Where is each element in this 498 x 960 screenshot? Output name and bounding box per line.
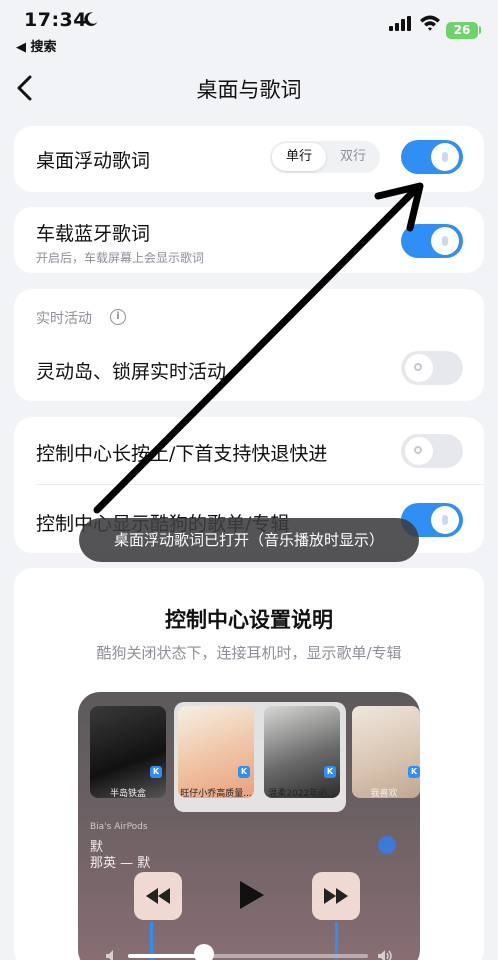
control-center-explanation-card: 控制中心设置说明 酷狗关闭状态下，连接耳机时，显示歌单/专辑 K 半岛铁盒 K … bbox=[14, 568, 484, 960]
album-title-2: 旺仔小乔高质量... bbox=[180, 789, 252, 799]
album-cover-2 bbox=[178, 706, 254, 798]
volume-low-icon bbox=[106, 950, 113, 960]
explanation-subtitle: 酷狗关闭状态下，连接耳机时，显示歌单/专辑 bbox=[96, 644, 402, 662]
toggle-knob bbox=[405, 354, 433, 382]
toast-message: 桌面浮动歌词已打开（音乐播放时显示） bbox=[79, 518, 419, 562]
line-mode-segmented-control[interactable]: 单行 双行 bbox=[270, 141, 380, 173]
kugou-badge-icon: K bbox=[324, 766, 336, 778]
fast-forward-icon bbox=[324, 888, 348, 904]
toggle-knob bbox=[431, 143, 459, 171]
floating-lyrics-toggle[interactable] bbox=[401, 140, 463, 174]
volume-slider-thumb[interactable] bbox=[194, 944, 214, 960]
live-activity-section-label: 实时活动 bbox=[36, 311, 92, 327]
fast-forward-button[interactable] bbox=[312, 872, 360, 920]
album-title-1: 半岛铁盒 bbox=[109, 789, 146, 799]
volume-slider[interactable] bbox=[128, 954, 368, 958]
album-title-3: 温柔2022年必... bbox=[268, 789, 336, 799]
live-activity-label: 灵动岛、锁屏实时活动 bbox=[36, 361, 227, 383]
album-cover-1 bbox=[90, 706, 166, 798]
signal-icon bbox=[389, 16, 411, 31]
album-title-4: 我喜欢 bbox=[370, 789, 398, 799]
status-bar: 17:34 ◀ 搜索 26 bbox=[0, 0, 498, 60]
car-lyrics-card: 车载蓝牙歌词 开启后，车载屏幕上会显示歌词 bbox=[14, 207, 484, 273]
long-press-toggle[interactable] bbox=[401, 434, 463, 468]
battery-tip bbox=[479, 26, 481, 34]
long-press-label: 控制中心长按上/下首支持快退快进 bbox=[36, 443, 328, 465]
kugou-badge-icon: K bbox=[408, 766, 420, 778]
status-time: 17:34 bbox=[24, 9, 87, 31]
wifi-icon bbox=[420, 15, 440, 31]
car-lyrics-description: 开启后，车载屏幕上会显示歌词 bbox=[36, 251, 205, 265]
rewind-icon bbox=[146, 888, 170, 904]
floating-lyrics-card: 桌面浮动歌词 单行 双行 bbox=[14, 126, 484, 192]
live-activity-toggle[interactable] bbox=[401, 351, 463, 385]
airplay-icon[interactable] bbox=[378, 836, 396, 854]
album-cover-3 bbox=[264, 706, 340, 798]
page-title: 桌面与歌词 bbox=[196, 78, 302, 102]
explanation-title: 控制中心设置说明 bbox=[165, 608, 333, 632]
kugou-badge-icon: K bbox=[238, 766, 250, 778]
toggle-knob bbox=[431, 227, 459, 255]
album-cover-4 bbox=[352, 706, 420, 798]
battery-icon: 26 bbox=[446, 22, 478, 39]
back-to-app-link[interactable]: ◀ 搜索 bbox=[16, 36, 57, 55]
device-name: Bia's AirPods bbox=[90, 822, 148, 832]
row-divider bbox=[36, 484, 484, 485]
song-artist: 那英 — 默 bbox=[90, 856, 151, 871]
toggle-knob bbox=[431, 506, 459, 534]
single-line-option[interactable]: 单行 bbox=[272, 143, 326, 171]
rewind-button[interactable] bbox=[134, 872, 182, 920]
play-icon[interactable] bbox=[234, 878, 268, 912]
info-icon[interactable]: i bbox=[110, 309, 126, 325]
floating-lyrics-label: 桌面浮动歌词 bbox=[36, 150, 151, 172]
moon-icon bbox=[84, 12, 98, 27]
kugou-badge-icon: K bbox=[150, 766, 162, 778]
double-line-option[interactable]: 双行 bbox=[328, 143, 378, 171]
car-lyrics-toggle[interactable] bbox=[401, 224, 463, 258]
volume-high-icon bbox=[378, 950, 392, 960]
toggle-knob bbox=[405, 437, 433, 465]
navigation-header: 桌面与歌词 bbox=[0, 64, 498, 112]
car-lyrics-label: 车载蓝牙歌词 bbox=[36, 223, 151, 245]
control-center-preview-image: K 半岛铁盒 K 旺仔小乔高质量... K 温柔2022年必... K 我喜欢 … bbox=[78, 692, 420, 960]
live-activity-card: 实时活动 i 灵动岛、锁屏实时活动 bbox=[14, 289, 484, 401]
